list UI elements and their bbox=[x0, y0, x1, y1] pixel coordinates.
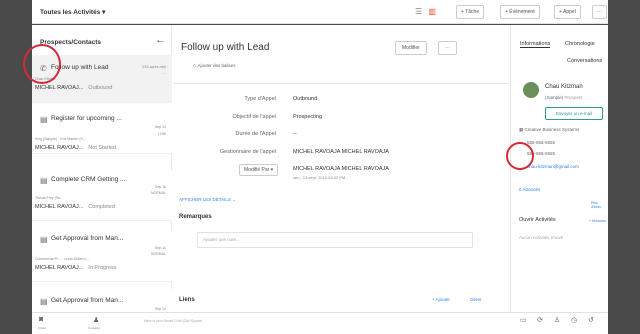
note-input[interactable]: Ajouter une note... bbox=[197, 232, 473, 248]
list-item[interactable]: ▤ Get Approval from Man... Sep 14 bbox=[32, 289, 172, 312]
item-title: Register for upcoming ... bbox=[51, 115, 122, 122]
history-icon[interactable]: ↺ bbox=[588, 316, 594, 324]
add-link-button[interactable]: + Ajouter bbox=[432, 297, 450, 302]
item-date: Sep 14 bbox=[154, 246, 166, 250]
task-icon: ▤ bbox=[40, 297, 48, 306]
item-owner: MICHEL RAVOAJ... Not Started bbox=[35, 145, 117, 151]
divider bbox=[173, 83, 509, 84]
list-item[interactable]: ▤ Get Approval from Man... Sep 14 NORMAL… bbox=[32, 231, 172, 282]
back-arrow-icon[interactable]: ← bbox=[155, 34, 166, 46]
edit-button[interactable]: Modifier bbox=[395, 41, 427, 55]
send-email-button[interactable]: Envoyer un e-mail bbox=[545, 107, 603, 120]
bottom-bar: ◙ Chats ♟ Contacts Here is your Smart Ch… bbox=[32, 312, 608, 334]
add-tags-link[interactable]: ◇ Ajouter des balises bbox=[193, 63, 236, 69]
item-owner: MICHEL RAVOAJ... Outbound bbox=[35, 85, 113, 91]
contact-type: (Sample) Prospect bbox=[545, 95, 583, 100]
people-icon[interactable]: ♙ bbox=[554, 316, 560, 324]
new-activity-link[interactable]: + Nouveau bbox=[589, 219, 606, 223]
open-activities-heading: Ouvrir Activités bbox=[519, 217, 556, 223]
remarks-heading: Remarques bbox=[179, 214, 212, 220]
camera-icon[interactable]: ▭ bbox=[520, 316, 527, 324]
item-contacts: Theola Frey (Sa... bbox=[35, 196, 64, 200]
item-date: Sep 13 bbox=[154, 125, 166, 129]
view-selector[interactable]: Toutes les Activités ▾ bbox=[40, 8, 105, 16]
links-heading: Liens bbox=[179, 297, 195, 303]
tab-informations[interactable]: Informations bbox=[520, 41, 551, 48]
no-activities-text: Aucun Activités trouvé bbox=[519, 235, 564, 240]
phone-number[interactable]: 555-555-5555 bbox=[527, 140, 555, 145]
item-title: Get Approval from Man... bbox=[51, 297, 124, 304]
item-more[interactable]: ··· bbox=[163, 72, 167, 76]
contacts-label: Contacts bbox=[88, 326, 100, 330]
tab-chronologie[interactable]: Chronologie bbox=[565, 41, 595, 47]
item-priority: NORMAL bbox=[151, 191, 166, 195]
more-actions-button[interactable]: ··· bbox=[438, 41, 457, 55]
link-icon[interactable]: ⟳ bbox=[537, 316, 543, 324]
activity-detail-panel: Follow up with Lead ◇ Ajouter des balise… bbox=[173, 25, 509, 312]
list-item[interactable]: ▤ Complete CRM Getting ... Sep 16 NORMAL… bbox=[32, 170, 172, 221]
modified-by-name: MICHEL RAVOAJA MICHEL RAVOAJA bbox=[293, 166, 389, 172]
clock-icon[interactable]: ◷ bbox=[571, 316, 577, 324]
smart-chat-hint[interactable]: Here is your Smart Chat (Ctrl+Space) bbox=[144, 319, 202, 323]
table-view-icon[interactable]: ▥ bbox=[428, 7, 436, 16]
task-icon: ▤ bbox=[40, 115, 48, 124]
show-details-link[interactable]: AFFICHER LES DÉTAILS ⌄ bbox=[179, 197, 236, 203]
field-label: Type d'Appel bbox=[244, 96, 276, 102]
task-icon: ▤ bbox=[40, 176, 48, 185]
view-toggle[interactable]: ☰ ▥ bbox=[415, 7, 436, 16]
item-title: Get Approval from Man... bbox=[51, 235, 124, 242]
modified-by-dropdown[interactable]: Modifié Par ▾ bbox=[239, 164, 279, 176]
more-info-link[interactable]: Plus d'infos bbox=[591, 201, 608, 209]
new-event-button[interactable]: + Événement bbox=[500, 5, 540, 19]
new-task-button[interactable]: + Tâche bbox=[456, 5, 485, 19]
item-owner: MICHEL RAVOAJ... In Progress bbox=[35, 265, 117, 271]
highlight-circle bbox=[506, 142, 534, 170]
field-label: Gestionnaire de l'appel bbox=[219, 149, 276, 155]
item-date: Sep 16 bbox=[154, 185, 166, 189]
item-owner: MICHEL RAVOAJ... Completed bbox=[35, 204, 115, 210]
activity-subject: Follow up with Lead bbox=[181, 42, 270, 53]
item-contacts: Commercial Pr... · Leota Dilliard (... bbox=[35, 257, 90, 261]
more-button[interactable]: ··· bbox=[592, 5, 607, 19]
field-label: Durée de l'Appel bbox=[235, 131, 277, 137]
item-contacts: King (Sample) · Kris Marrier (S... bbox=[35, 137, 86, 141]
item-date: Sep 14 bbox=[154, 307, 166, 311]
company: ▦ Creative Business Systems bbox=[519, 127, 580, 132]
field-value: Prospecting bbox=[293, 114, 323, 120]
contacts-icon[interactable]: ♟ bbox=[93, 316, 99, 324]
task-icon: ▤ bbox=[40, 235, 48, 244]
building-icon: ▦ bbox=[519, 127, 524, 132]
highlight-circle bbox=[23, 44, 61, 84]
modified-by-date: ven., 13 sept. 2019 03:02 PM bbox=[293, 175, 346, 180]
item-priority: LOW bbox=[158, 132, 166, 136]
item-priority: NORMAL bbox=[151, 252, 166, 256]
field-label: Objectif de l'appel bbox=[232, 114, 276, 120]
item-title: Complete CRM Getting ... bbox=[51, 176, 126, 183]
field-value: MICHEL RAVOAJA MICHEL RAVOAJA bbox=[293, 149, 389, 155]
tag-icon: ◇ bbox=[193, 63, 197, 68]
list-item[interactable]: ▤ Register for upcoming ... Sep 13 LOW K… bbox=[32, 103, 172, 154]
field-value: -- bbox=[293, 131, 297, 137]
top-bar: Toutes les Activités ▾ ☰ ▥ + Tâche + Évé… bbox=[32, 0, 608, 24]
followers-link[interactable]: 0 Abonnés bbox=[519, 187, 540, 192]
contact-email[interactable]: chau-kitzman@gmail.com bbox=[527, 164, 579, 169]
new-call-button[interactable]: + Appel bbox=[554, 5, 581, 19]
avatar bbox=[523, 82, 539, 98]
manage-links-button[interactable]: Gérer bbox=[470, 297, 482, 302]
chats-label: Chats bbox=[38, 326, 46, 330]
list-view-icon[interactable]: ☰ bbox=[415, 7, 422, 16]
chat-icon[interactable]: ◙ bbox=[39, 316, 43, 323]
contact-name[interactable]: Chau Kitzman bbox=[545, 84, 583, 90]
tab-conversations[interactable]: Conversations bbox=[567, 58, 602, 64]
field-value: Outbound bbox=[293, 96, 318, 102]
item-time: 3:52 après-midi bbox=[141, 65, 166, 69]
